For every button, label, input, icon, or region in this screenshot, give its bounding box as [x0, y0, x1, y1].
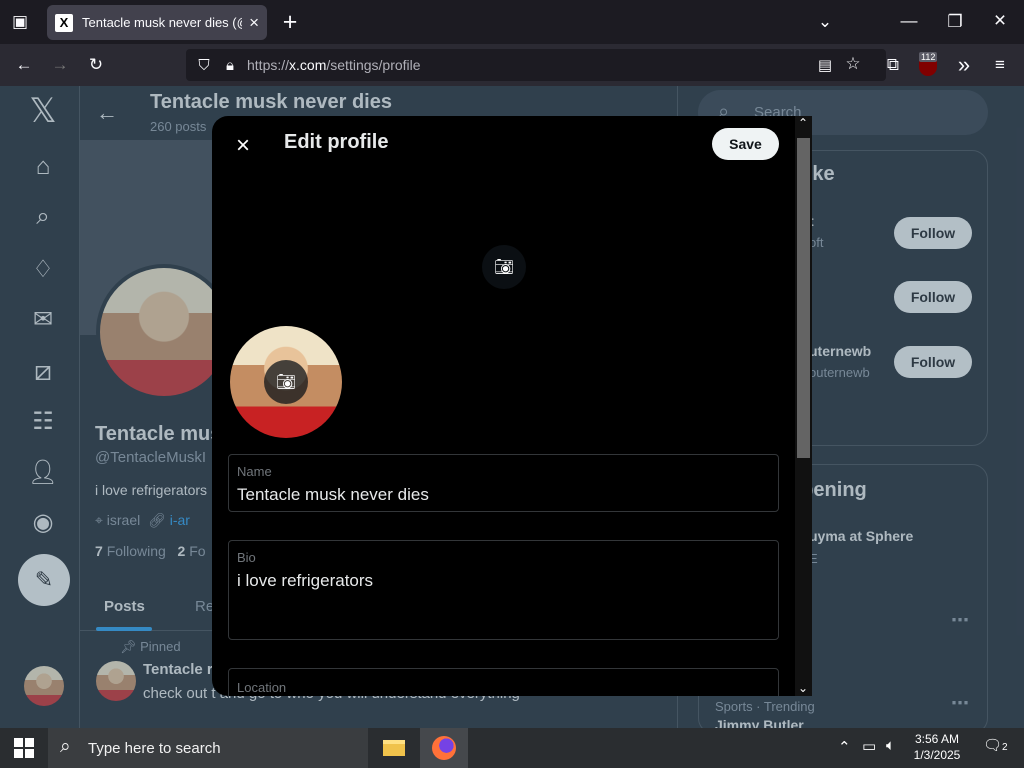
windows-taskbar: ⌕ Type here to search ⌃ ▭ 🔈︎ 3:56 AM 1/3… [0, 728, 1024, 768]
shield-icon[interactable]: ⛉ [190, 51, 218, 79]
chevron-down-icon[interactable]: ⌄ [811, 8, 839, 36]
start-button[interactable] [14, 738, 34, 758]
ublock-shield-icon[interactable]: 112 [917, 52, 939, 76]
lock-icon[interactable]: 🔒︎ [216, 51, 244, 79]
bookmark-star-icon[interactable]: ☆ [839, 50, 867, 78]
browser-tab-x-profile[interactable]: X Tentacle musk never dies (@Ter × [47, 5, 267, 40]
tab-title: Tentacle musk never dies (@Ter [82, 15, 242, 30]
browser-navigation-toolbar: ← → ↻ ⛉ 🔒︎ https://x.com/settings/profil… [0, 44, 1024, 86]
save-button[interactable]: Save [712, 128, 779, 160]
new-tab-icon[interactable]: + [276, 8, 304, 36]
notifications-icon[interactable]: 🗨︎2 [983, 736, 1008, 754]
firefox-logo [432, 736, 456, 760]
reader-view-icon[interactable]: ▤ [811, 51, 839, 79]
scroll-up-icon[interactable]: ⌃ [798, 116, 808, 130]
windows-logo-tile [14, 738, 23, 747]
notification-count: 2 [1002, 742, 1008, 753]
camera-add-icon[interactable]: 📷︎ [482, 245, 526, 289]
url-text[interactable]: https://x.com/settings/profile [247, 57, 421, 73]
firefox-icon[interactable] [420, 728, 468, 768]
taskbar-search-placeholder: Type here to search [88, 740, 221, 757]
bio-value[interactable]: i love refrigerators [237, 571, 373, 591]
scroll-thumb[interactable] [797, 138, 810, 458]
minimize-icon[interactable]: — [895, 7, 923, 35]
edit-profile-dialog: × Edit profile Save 📷︎ 📷︎ Name Tentacle … [212, 116, 812, 696]
back-arrow-icon[interactable]: ← [10, 51, 38, 79]
name-value[interactable]: Tentacle musk never dies [237, 485, 429, 505]
browser-tab-strip: ▣ X Tentacle musk never dies (@Ter × + ⌄… [0, 0, 1024, 44]
extensions-icon[interactable]: ⧉ [879, 51, 907, 79]
name-field[interactable]: Name Tentacle musk never dies [228, 454, 779, 512]
network-icon[interactable]: ▭ [862, 737, 876, 755]
more-tools-icon[interactable]: » [950, 51, 978, 79]
dialog-title: Edit profile [284, 131, 389, 153]
bio-field[interactable]: Bio i love refrigerators [228, 540, 779, 640]
scroll-down-icon[interactable]: ⌄ [798, 681, 808, 695]
close-window-icon[interactable]: × [986, 7, 1014, 35]
camera-add-icon[interactable]: 📷︎ [264, 360, 308, 404]
close-icon[interactable]: × [249, 13, 259, 33]
location-label: Location [237, 680, 287, 695]
folder-icon [383, 740, 405, 756]
forward-arrow-icon[interactable]: → [46, 51, 74, 79]
tab-overview-icon[interactable]: ▣ [6, 8, 34, 36]
clock-time: 3:56 AM [914, 732, 960, 746]
address-bar[interactable]: ⛉ 🔒︎ https://x.com/settings/profile [186, 49, 886, 81]
x-logo-icon: X [55, 13, 73, 32]
reload-icon[interactable]: ↻ [82, 51, 110, 79]
windows-logo-tile [14, 749, 23, 758]
name-label: Name [237, 464, 272, 479]
edit-avatar[interactable]: 📷︎ [230, 326, 342, 438]
volume-muted-icon[interactable]: 🔈︎ [886, 737, 895, 754]
windows-logo-tile [25, 749, 34, 758]
bio-label: Bio [237, 550, 256, 565]
restore-window-icon[interactable]: ❐ [941, 8, 969, 36]
dialog-scrollbar[interactable]: ⌃ ⌄ [795, 116, 812, 696]
menu-icon[interactable]: ≡ [986, 51, 1014, 79]
location-field[interactable]: Location [228, 668, 779, 696]
close-icon[interactable]: × [226, 129, 260, 163]
system-clock[interactable]: 3:56 AM 1/3/2025 [902, 731, 972, 763]
windows-logo-tile [25, 738, 34, 747]
clock-date: 1/3/2025 [913, 748, 961, 762]
show-hidden-icons-icon[interactable]: ⌃ [838, 738, 851, 756]
search-icon: ⌕ [60, 736, 71, 757]
taskbar-search-input[interactable]: ⌕ Type here to search [48, 728, 368, 768]
ublock-count-badge: 112 [919, 52, 938, 62]
file-explorer-icon[interactable] [370, 728, 418, 768]
